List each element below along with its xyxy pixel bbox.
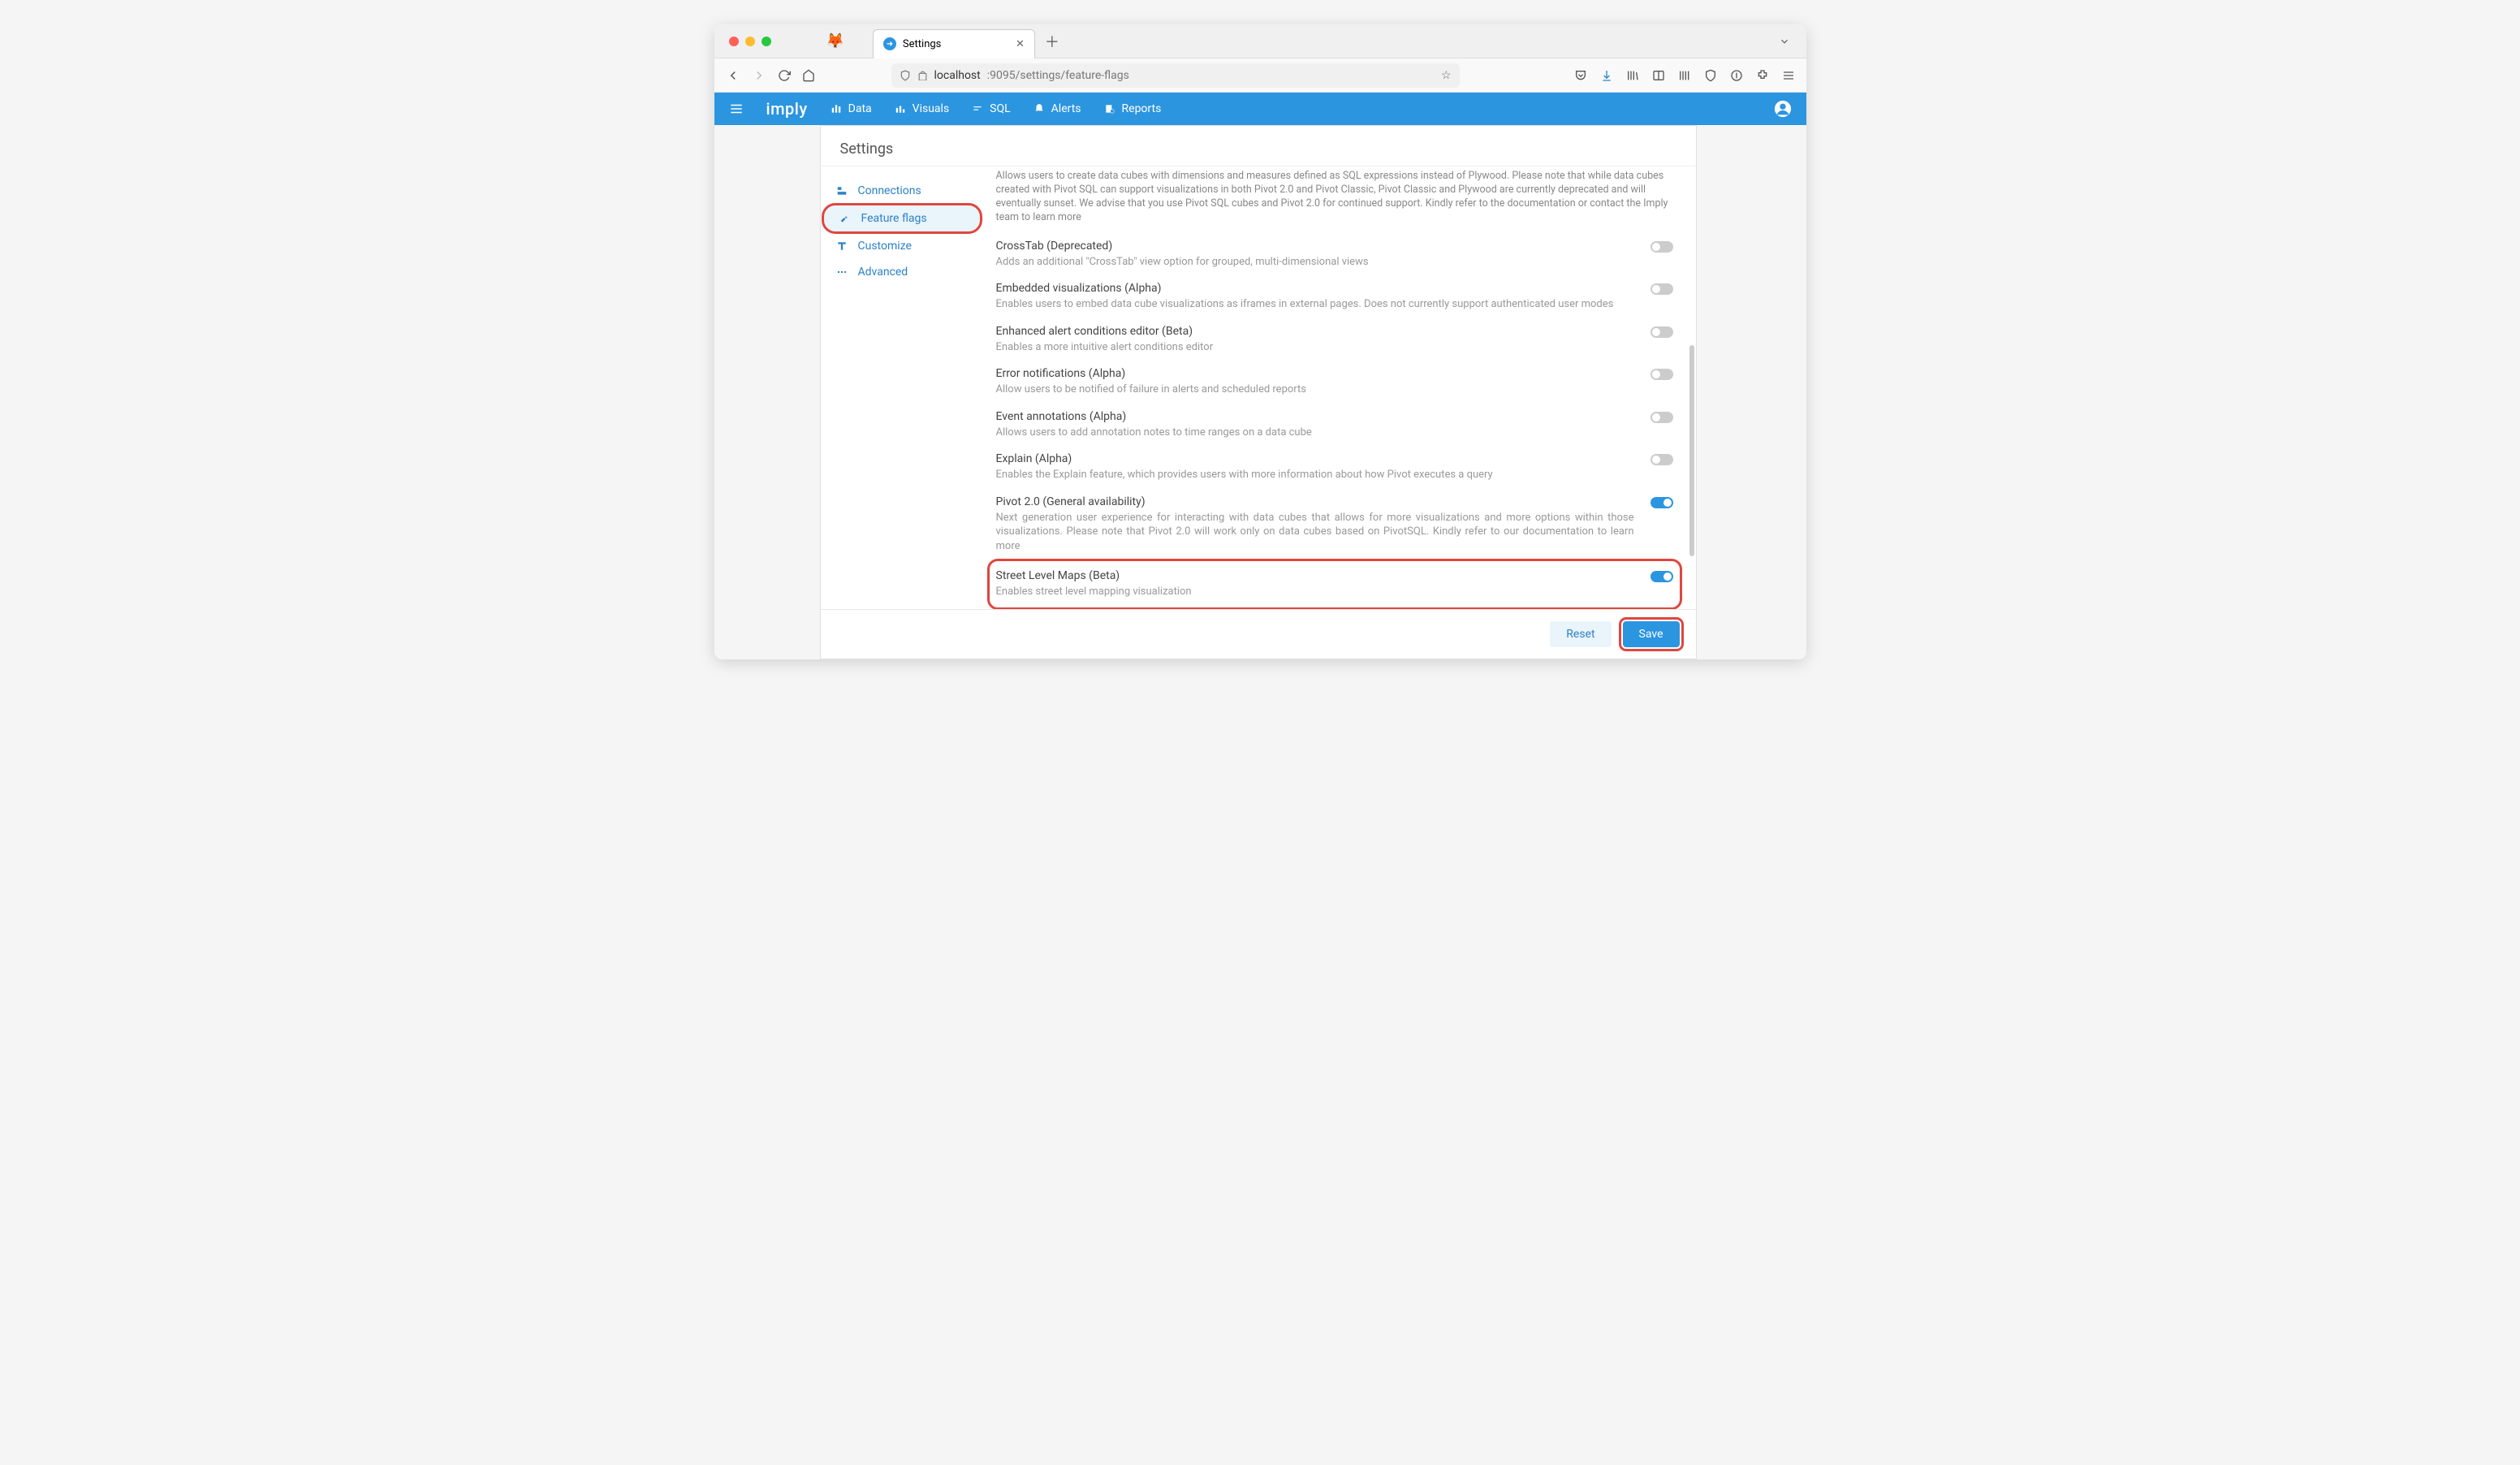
intro-text: Allows users to create data cubes with d…: [996, 166, 1673, 233]
connections-icon: [835, 185, 848, 197]
ublock-icon[interactable]: [1704, 69, 1717, 82]
flag-toggle[interactable]: [1651, 369, 1673, 380]
settings-sidebar: Connections Feature flags Customize Adva…: [821, 166, 983, 609]
extensions-icon[interactable]: [1756, 69, 1769, 82]
page-title: Settings: [821, 126, 1696, 166]
hamburger-icon[interactable]: [729, 102, 744, 116]
browser-toolbar: localhost :9095/settings/feature-flags ☆: [714, 58, 1806, 93]
sidebar-item-label: Advanced: [858, 266, 908, 279]
flag-title: Error notifications (Alpha): [996, 367, 1634, 380]
account-icon[interactable]: [1774, 100, 1792, 118]
browser-tab[interactable]: ➜ Settings ✕: [873, 29, 1035, 58]
save-button[interactable]: Save: [1623, 621, 1680, 647]
content-area: Settings Connections Feature flags Custo…: [714, 125, 1806, 659]
flag-toggle[interactable]: [1651, 454, 1673, 465]
feature-flag-row: Embedded visualizations (Alpha) Enables …: [996, 275, 1673, 318]
lock-icon[interactable]: [917, 70, 928, 80]
firefox-icon: 🦊: [826, 32, 844, 50]
customize-icon: [835, 240, 848, 252]
reload-button[interactable]: [778, 69, 791, 82]
scrollbar[interactable]: [1689, 345, 1694, 556]
nav-data[interactable]: Data: [831, 102, 872, 115]
close-window-button[interactable]: [729, 37, 739, 46]
flag-title: Embedded visualizations (Alpha): [996, 282, 1634, 295]
flag-description: Next generation user experience for inte…: [996, 511, 1634, 554]
reset-button[interactable]: Reset: [1550, 621, 1611, 647]
tab-title: Settings: [903, 38, 941, 50]
flag-description: Enables the Explain feature, which provi…: [996, 468, 1634, 482]
feature-flag-row: Pivot 2.0 (General availability) Next ge…: [996, 489, 1673, 560]
close-tab-icon[interactable]: ✕: [1016, 38, 1025, 50]
feature-flag-row: Error notifications (Alpha) Allow users …: [996, 361, 1673, 404]
sidebar-icon[interactable]: [1652, 69, 1665, 82]
flag-description: Enables a more intuitive alert condition…: [996, 340, 1634, 355]
flag-title: CrossTab (Deprecated): [996, 240, 1634, 253]
feature-flags-main: Allows users to create data cubes with d…: [983, 166, 1696, 609]
flag-title: Street Level Maps (Beta): [996, 569, 1634, 582]
flag-description: Enables users to embed data cube visuali…: [996, 297, 1634, 312]
nav-visuals[interactable]: Visuals: [895, 102, 950, 115]
brand-logo[interactable]: imply: [766, 99, 808, 119]
browser-window: 🦊 ➜ Settings ✕ ＋ localhost :9095/settings…: [714, 24, 1806, 659]
sidebar-item-label: Connections: [858, 184, 921, 197]
onepassword-icon[interactable]: [1730, 69, 1743, 82]
browser-tab-bar: 🦊 ➜ Settings ✕ ＋: [714, 24, 1806, 58]
sidebar-item-label: Feature flags: [861, 212, 927, 225]
app-header: imply Data Visuals SQL Alerts Reports: [714, 93, 1806, 125]
url-path: :9095/settings/feature-flags: [987, 69, 1129, 82]
shield-icon[interactable]: [900, 70, 911, 81]
forward-button[interactable]: [752, 68, 766, 83]
flag-toggle[interactable]: [1651, 326, 1673, 338]
toolbar-actions: [1574, 69, 1795, 82]
tab-favicon: ➜: [883, 37, 896, 50]
sidebar-item-label: Customize: [858, 240, 912, 253]
wrench-icon: [839, 213, 852, 224]
feature-flag-row: Explain (Alpha) Enables the Explain feat…: [996, 446, 1673, 489]
nav-reports[interactable]: Reports: [1104, 102, 1162, 115]
back-button[interactable]: [726, 68, 740, 83]
menu-icon[interactable]: [1782, 69, 1795, 82]
sidebar-item-feature-flags[interactable]: Feature flags: [824, 205, 980, 231]
feature-flag-row: Street Level Maps (Beta) Enables street …: [990, 561, 1680, 607]
window-controls: [723, 37, 778, 46]
sidebar-item-advanced[interactable]: Advanced: [821, 259, 983, 285]
tabs-dropdown-icon[interactable]: [1771, 36, 1798, 47]
pocket-icon[interactable]: [1574, 69, 1587, 82]
grid-icon[interactable]: [1678, 69, 1691, 82]
flag-toggle[interactable]: [1651, 497, 1673, 508]
url-host: localhost: [934, 69, 981, 82]
sidebar-item-customize[interactable]: Customize: [821, 233, 983, 259]
bookmark-star-icon[interactable]: ☆: [1441, 69, 1452, 82]
downloads-icon[interactable]: [1600, 69, 1613, 82]
nav-sql[interactable]: SQL: [972, 102, 1010, 115]
flag-title: Explain (Alpha): [996, 452, 1634, 465]
flag-toggle[interactable]: [1651, 412, 1673, 423]
flag-toggle[interactable]: [1651, 571, 1673, 582]
minimize-window-button[interactable]: [745, 37, 755, 46]
flag-title: Event annotations (Alpha): [996, 410, 1634, 423]
flag-description: Allows users to add annotation notes to …: [996, 426, 1634, 440]
feature-flag-row: Enhanced alert conditions editor (Beta) …: [996, 318, 1673, 361]
flag-description: Allow users to be notified of failure in…: [996, 382, 1634, 397]
home-button[interactable]: [802, 69, 815, 82]
sidebar-item-connections[interactable]: Connections: [821, 178, 983, 204]
maximize-window-button[interactable]: [762, 37, 771, 46]
flag-title: Enhanced alert conditions editor (Beta): [996, 325, 1634, 338]
feature-flag-row: Event annotations (Alpha) Allows users t…: [996, 404, 1673, 447]
flag-description: Enables street level mapping visualizati…: [996, 585, 1634, 599]
flag-description: Adds an additional "CrossTab" view optio…: [996, 255, 1634, 270]
flag-title: Pivot 2.0 (General availability): [996, 495, 1634, 508]
library-icon[interactable]: [1626, 69, 1639, 82]
feature-flag-row: CrossTab (Deprecated) Adds an additional…: [996, 233, 1673, 276]
footer-actions: Reset Save: [821, 609, 1696, 659]
nav-alerts[interactable]: Alerts: [1033, 102, 1081, 115]
settings-panel: Settings Connections Feature flags Custo…: [820, 125, 1697, 659]
flag-toggle[interactable]: [1651, 283, 1673, 295]
address-bar[interactable]: localhost :9095/settings/feature-flags ☆: [891, 63, 1460, 88]
new-tab-button[interactable]: ＋: [1045, 31, 1059, 52]
more-icon: [835, 266, 848, 278]
flag-toggle[interactable]: [1651, 241, 1673, 253]
